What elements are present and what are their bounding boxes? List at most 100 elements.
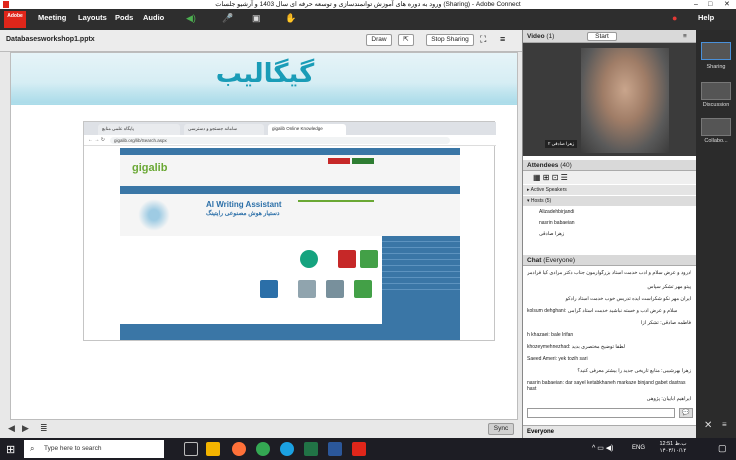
site-nav — [120, 186, 460, 194]
people-icon — [326, 280, 344, 298]
browser-address-bar: ← → ↻ gigalib.org/lib/Search.aspx — [84, 135, 496, 146]
menu-audio[interactable]: Audio — [143, 13, 164, 22]
start-video-button[interactable]: Start — [587, 32, 617, 41]
active-speakers: ▸ Active Speakers — [523, 185, 697, 195]
windows-start-icon[interactable]: ⊞ — [6, 443, 15, 456]
tools-icon[interactable]: ✕ — [704, 420, 712, 431]
pod-menu-icon[interactable]: ≡ — [500, 34, 505, 44]
speaker-icon[interactable]: ◀) — [186, 13, 196, 24]
slide-controls: ◀ ▶ ≣ Sync — [0, 420, 522, 438]
minimize-icon[interactable]: – — [694, 0, 698, 9]
task-view-icon[interactable] — [184, 442, 198, 456]
collapse-icon[interactable]: ≡ — [722, 420, 727, 429]
slide-browser-screenshot: gigalib Online Knowledge سامانه جستجو و … — [83, 121, 496, 341]
book-icon — [338, 250, 356, 268]
chrome-icon[interactable] — [256, 442, 270, 456]
camera-icon[interactable]: ▣ — [252, 13, 261, 24]
browser-tab: پایگاه علمی منابع — [98, 124, 180, 135]
chat-message: پیتو مهر تشکر سپاس — [647, 284, 691, 290]
file-explorer-icon[interactable] — [206, 442, 220, 456]
raise-hand-icon[interactable]: ✋ — [285, 13, 296, 24]
layout-collaboration-label[interactable]: Collabo... — [696, 138, 736, 144]
draw-button[interactable]: Draw — [366, 34, 392, 46]
chat-message: nasrin babaeian: dar sayel ketabkhaneh m… — [527, 380, 686, 392]
pointer-icon[interactable]: ⇱ — [398, 34, 414, 46]
site-footer — [120, 324, 460, 340]
chat-message: kolsum dehghani: سلام و عرض ادب و خسته ن… — [527, 308, 678, 314]
slide-list-icon[interactable]: ≣ — [40, 423, 48, 434]
slide-banner-title: گیگالیب — [215, 59, 315, 89]
firefox-icon[interactable] — [232, 442, 246, 456]
next-slide-icon[interactable]: ▶ — [22, 423, 29, 434]
gigalib-site: gigalib AI Writing Assistant دستیار هوش … — [120, 148, 460, 340]
menu-bar: Adobe Meeting Layouts Pods Audio ◀) 🎤 ▣ … — [0, 9, 736, 30]
sync-button[interactable]: Sync — [488, 423, 514, 435]
microphone-icon[interactable]: 🎤 — [222, 13, 233, 24]
help-icon — [260, 280, 278, 298]
site-side-menu — [382, 236, 460, 324]
system-tray-icons[interactable]: ^ ▭ ◀) — [592, 444, 614, 452]
layout-collaboration-thumb[interactable] — [701, 118, 731, 136]
ai-bullets — [298, 200, 374, 220]
hosts-group[interactable]: ▾ Hosts (5) — [523, 196, 697, 206]
taskbar-search[interactable]: ⌕ Type here to search — [24, 440, 164, 458]
chat-message: زهرا بهرشیبی: منابع تاریخی جدید را بیشتر… — [577, 368, 691, 374]
menu-help[interactable]: Help — [698, 13, 714, 22]
layouts-sidebar: Sharing Discussion Collabo... ✕ ≡ — [696, 30, 736, 438]
prev-slide-icon[interactable]: ◀ — [8, 423, 15, 434]
slide-banner: گیگالیب — [11, 53, 517, 105]
word-icon[interactable] — [328, 442, 342, 456]
send-message-icon[interactable]: 💬 — [679, 408, 693, 418]
browser-url: gigalib.org/lib/Search.aspx — [110, 137, 450, 144]
window-title: ورود به دوره های آموزش توانمندسازی و توس… — [215, 1, 521, 8]
window-titlebar: ورود به دوره های آموزش توانمندسازی و توس… — [0, 0, 736, 9]
layout-sharing-label[interactable]: Sharing — [696, 64, 736, 70]
attendee-row[interactable]: nasrin babaeian — [523, 218, 697, 228]
attendee-row[interactable]: Alizadehbirjandi — [523, 207, 697, 217]
excel-icon[interactable] — [304, 442, 318, 456]
share-filename: Databasesworkshop1.pptx — [6, 36, 95, 43]
edge-icon[interactable] — [280, 442, 294, 456]
chat-tab-everyone[interactable]: Everyone — [523, 425, 697, 438]
menu-pods[interactable]: Pods — [115, 13, 133, 22]
view-icon[interactable]: ▦ ⊞ ⊡ ☰ — [533, 173, 568, 182]
record-icon[interactable]: ● — [672, 13, 677, 23]
video-menu-icon[interactable]: ≡ — [683, 30, 687, 43]
video-name-tag: زهرا صادقی ۲ — [545, 140, 578, 148]
share-toolbar: Databasesworkshop1.pptx Draw ⇱ Stop Shar… — [0, 30, 522, 52]
windows-taskbar: ⊞ ⌕ Type here to search ^ ▭ ◀) ENG 12:51… — [0, 438, 736, 460]
layout-discussion-label[interactable]: Discussion — [696, 102, 736, 108]
taskbar-clock[interactable]: 12:51 ب.ظ ۱۴۰۳/۱۰/۱۲ — [656, 441, 690, 455]
chat-message: h khazaei: bale Irifan — [527, 332, 574, 338]
chat-input[interactable] — [527, 408, 675, 418]
browser-tab: gigalib Online Knowledge — [268, 124, 346, 135]
maximize-icon[interactable]: □ — [708, 0, 712, 9]
app-icon — [3, 1, 9, 8]
video-feed: زهرا صادقی ۲ — [523, 43, 697, 156]
language-indicator[interactable]: ENG — [632, 445, 645, 451]
chat-icon — [354, 280, 372, 298]
menu-meeting[interactable]: Meeting — [38, 13, 66, 22]
presenter-video — [581, 48, 669, 153]
attendee-row[interactable]: زهرا صادقی — [523, 229, 697, 239]
close-icon[interactable]: ✕ — [724, 0, 730, 9]
adobe-connect-icon[interactable] — [352, 442, 366, 456]
browser-tab: سامانه جستجو و دسترسی — [184, 124, 264, 135]
notifications-icon[interactable]: ▢ — [718, 443, 727, 454]
shared-slide: گیگالیب gigalib Online Knowledge سامانه … — [10, 52, 518, 420]
chat-message: Saeed Ameri: yek tozih sari — [527, 356, 588, 362]
ai-illustration — [134, 198, 174, 232]
layout-discussion-thumb[interactable] — [701, 82, 731, 100]
grammarly-icon — [300, 250, 318, 268]
ai-writing-title: AI Writing Assistant — [206, 200, 282, 209]
chat-message: ایراهیم آباییان: پژوهی — [646, 396, 691, 402]
stop-sharing-button[interactable]: Stop Sharing — [426, 34, 474, 46]
search-icon: ⌕ — [30, 444, 35, 453]
layout-sharing-thumb[interactable] — [701, 42, 731, 60]
right-pods: Video (1) Start ≡ زهرا صادقی ۲ Attendees… — [522, 30, 697, 438]
chat-message: khozeymehnezhad: لطفا توضیح مختصری بدید — [527, 344, 626, 350]
share-pod: Databasesworkshop1.pptx Draw ⇱ Stop Shar… — [0, 30, 522, 438]
chat-message: بادرود و عرض سلام و ادب خدمت استاد بزرگو… — [527, 270, 691, 276]
menu-layouts[interactable]: Layouts — [78, 13, 107, 22]
fullscreen-icon[interactable]: ⛶ — [480, 34, 486, 45]
